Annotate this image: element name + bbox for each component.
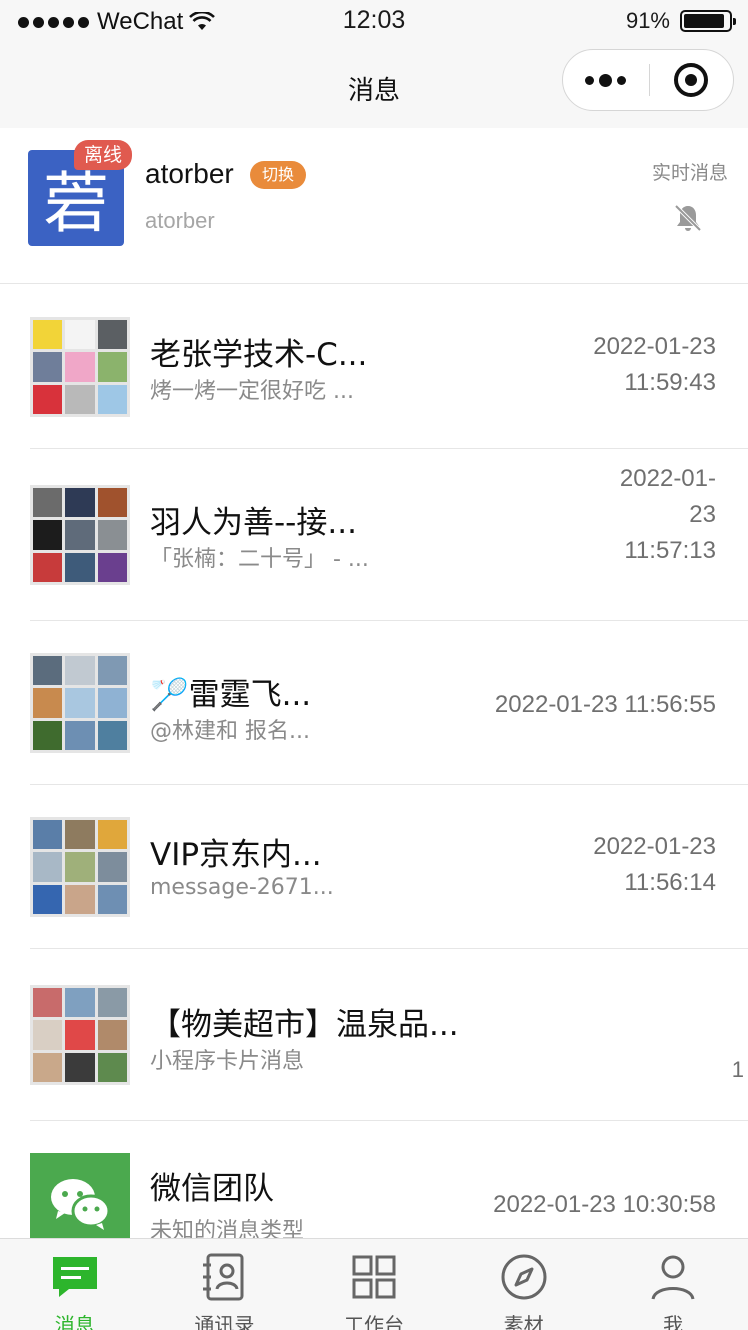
conversation-preview: 小程序卡片消息 bbox=[150, 1049, 305, 1074]
nav-bar: 消息 bbox=[0, 44, 748, 128]
conversation-title: 【物美超市】温泉品... bbox=[150, 1007, 459, 1043]
group-avatar bbox=[30, 817, 130, 917]
account-header[interactable]: 菪 离线 atorber 切换 atorber 实时消息 bbox=[0, 128, 748, 284]
tab-me[interactable]: 我 bbox=[598, 1239, 748, 1330]
conversation-title: 微信团队 bbox=[150, 1171, 274, 1207]
mini-program-capsule bbox=[562, 49, 734, 111]
group-avatar bbox=[30, 485, 130, 585]
conversation-row[interactable]: 【物美超市】温泉品... 小程序卡片消息 1 bbox=[0, 949, 748, 1121]
conversation-preview: 「张楠：二十号」 - ... bbox=[150, 547, 369, 572]
conversation-row[interactable]: 羽人为善--接... 「张楠：二十号」 - ... 2022-01- 23 11… bbox=[0, 449, 748, 621]
time-line: 11:59:43 bbox=[624, 369, 716, 396]
conversation-list: 老张学技术-C... 烤一烤一定很好吃 ... 2022-01-23 11:59… bbox=[0, 285, 748, 1253]
conversation-time: 2022-01- 23 11:57:13 bbox=[620, 461, 716, 569]
conversation-preview: 烤一烤一定很好吃 ... bbox=[150, 379, 354, 404]
close-mini-program-icon[interactable] bbox=[650, 63, 734, 97]
tab-label: 通讯录 bbox=[194, 1313, 255, 1330]
battery-percent: 91% bbox=[625, 8, 670, 33]
tab-label: 工作台 bbox=[343, 1313, 404, 1330]
time-line: 2022-01-23 bbox=[593, 333, 716, 360]
conversation-row[interactable]: 微信团队 未知的消息类型 2022-01-23 10:30:58 bbox=[0, 1121, 748, 1253]
conversation-row[interactable]: 🏸雷霆飞... @林建和 报名... 2022-01-23 11:56:55 bbox=[0, 621, 748, 785]
conversation-title: 老张学技术-C... bbox=[150, 337, 368, 373]
conversation-title: 羽人为善--接... bbox=[150, 505, 357, 541]
contacts-icon bbox=[203, 1253, 244, 1301]
status-bar: WeChat 12:03 91% bbox=[0, 0, 748, 44]
account-subtitle: atorber bbox=[145, 208, 215, 233]
tab-contacts[interactable]: 通讯录 bbox=[150, 1239, 300, 1330]
time-line: 2022-01- bbox=[619, 465, 716, 492]
conversation-preview: @林建和 报名... bbox=[150, 719, 310, 744]
group-avatar bbox=[30, 985, 130, 1085]
conversation-preview: message-2671... bbox=[150, 875, 334, 900]
battery-group: 91% bbox=[625, 8, 736, 34]
conversation-title: VIP京东内... bbox=[150, 837, 322, 873]
compass-icon bbox=[501, 1254, 547, 1300]
battery-icon bbox=[680, 10, 736, 32]
conversation-time: 2022-01-23 11:56:14 bbox=[593, 829, 716, 901]
time-line: 2022-01-23 11:56:55 bbox=[494, 691, 716, 718]
time-line: 23 bbox=[689, 501, 716, 528]
profile-icon bbox=[651, 1255, 695, 1300]
wechat-logo-icon bbox=[51, 1179, 111, 1230]
conversation-title: 🏸雷霆飞... bbox=[150, 677, 312, 713]
account-name: atorber bbox=[145, 158, 234, 189]
group-avatar bbox=[30, 317, 130, 417]
time-line: 11:57:13 bbox=[624, 537, 716, 564]
tab-bar: 消息 通讯录 工作台 素材 我 bbox=[0, 1238, 748, 1330]
conversation-time: 2022-01-23 10:30:58 bbox=[493, 1187, 716, 1223]
message-icon bbox=[52, 1257, 97, 1297]
tab-label: 素材 bbox=[503, 1313, 544, 1330]
switch-account-button[interactable]: 切换 bbox=[250, 161, 307, 189]
time-line: 2022-01-23 10:30:58 bbox=[493, 1191, 716, 1218]
tab-label: 我 bbox=[663, 1313, 684, 1330]
tab-label: 消息 bbox=[54, 1313, 95, 1330]
offline-badge: 离线 bbox=[74, 140, 133, 170]
more-options-icon[interactable] bbox=[563, 73, 649, 87]
conversation-row[interactable]: VIP京东内... message-2671... 2022-01-23 11:… bbox=[0, 785, 748, 949]
tab-workspace[interactable]: 工作台 bbox=[299, 1239, 449, 1330]
time-line: 2022-01-23 bbox=[593, 833, 716, 860]
conversation-time: 2022-01-23 11:56:55 bbox=[495, 687, 716, 723]
realtime-label: 实时消息 bbox=[651, 162, 728, 184]
group-avatar bbox=[30, 653, 130, 753]
tab-messages[interactable]: 消息 bbox=[0, 1239, 150, 1330]
time-line: 11:56:14 bbox=[624, 869, 716, 896]
tab-materials[interactable]: 素材 bbox=[449, 1239, 599, 1330]
bell-muted-icon[interactable] bbox=[672, 202, 704, 234]
conversation-time: 2022-01-23 11:59:43 bbox=[593, 329, 716, 401]
conversation-time-fragment: 1 bbox=[731, 1057, 744, 1082]
workspace-icon bbox=[352, 1255, 396, 1299]
conversation-row[interactable]: 老张学技术-C... 烤一烤一定很好吃 ... 2022-01-23 11:59… bbox=[0, 285, 748, 449]
